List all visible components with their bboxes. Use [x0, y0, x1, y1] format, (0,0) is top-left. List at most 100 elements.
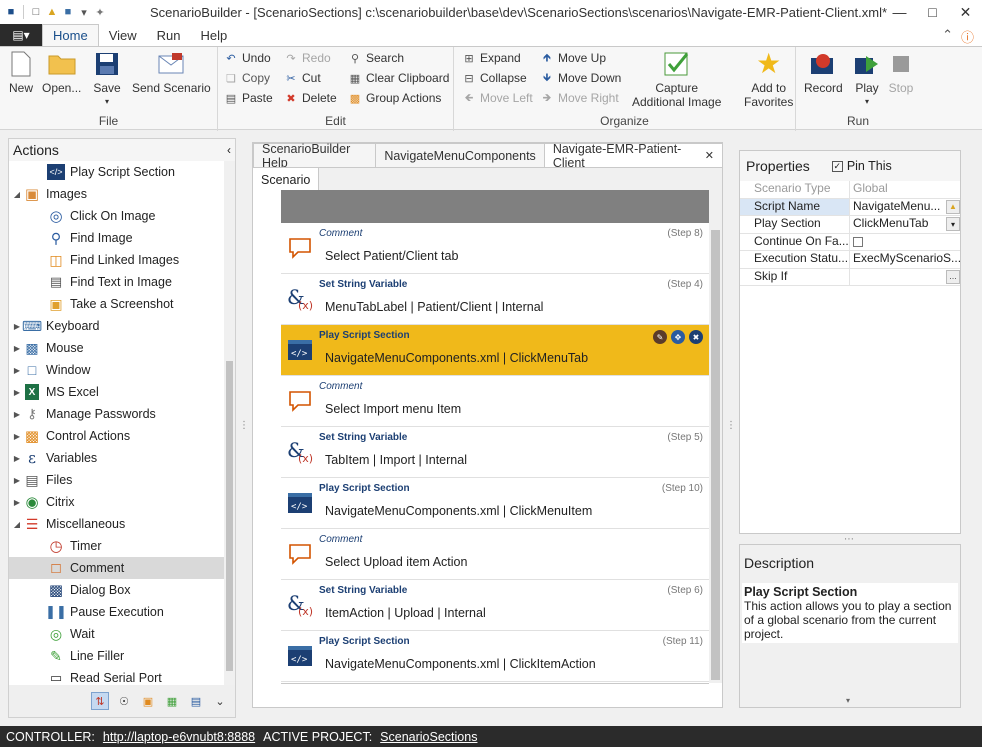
- expand-arrow-icon[interactable]: ▶: [11, 388, 23, 397]
- collapse-arrow-icon[interactable]: ◢: [11, 520, 23, 529]
- local-actions-icon[interactable]: ▣: [139, 692, 157, 710]
- expand-arrow-icon[interactable]: ▶: [11, 366, 23, 375]
- action-item[interactable]: ▶ ▩ Control Actions: [9, 425, 225, 447]
- action-item[interactable]: ▶ □ Window: [9, 359, 225, 381]
- ellipsis-icon[interactable]: …: [946, 269, 960, 284]
- group-actions-button[interactable]: ▩ Group Actions: [348, 91, 442, 105]
- cut-button[interactable]: ✂ Cut: [284, 71, 320, 85]
- chevron-down-icon[interactable]: ▾: [846, 696, 850, 705]
- save-icon[interactable]: ■: [61, 5, 75, 19]
- scenario-step[interactable]: & (x) Set String Variable (Step 6) ItemActio…: [281, 580, 709, 631]
- action-item[interactable]: ◷ Timer: [9, 535, 225, 557]
- action-item[interactable]: ▶ ▤ Files: [9, 469, 225, 491]
- property-value[interactable]: …: [850, 269, 960, 286]
- info-icon[interactable]: ⓘ: [961, 27, 974, 46]
- scenario-step[interactable]: Comment (Step 8) Select Patient/Client tab: [281, 223, 709, 274]
- send-scenario-button[interactable]: Send Scenario: [132, 49, 211, 95]
- expand-arrow-icon[interactable]: ▶: [11, 476, 23, 485]
- search-button[interactable]: ⚲ Search: [348, 51, 404, 65]
- scenario-step[interactable]: Comment Select Import menu Item: [281, 376, 709, 427]
- action-item[interactable]: ▣ Take a Screenshot: [9, 293, 225, 315]
- action-item[interactable]: </> Play Script Section: [9, 161, 225, 183]
- action-item[interactable]: ▩ Dialog Box: [9, 579, 225, 601]
- action-item[interactable]: ▶ ⌨ Keyboard: [9, 315, 225, 337]
- tab-help[interactable]: Help: [191, 24, 238, 46]
- action-item[interactable]: ◎ Click On Image: [9, 205, 225, 227]
- editor-scrollbar[interactable]: [709, 190, 722, 683]
- app-icon[interactable]: ■: [4, 5, 18, 19]
- undo-button[interactable]: ↶ Undo: [224, 51, 270, 65]
- open-icon[interactable]: ▲: [45, 5, 59, 19]
- tab-scenario[interactable]: Scenario: [253, 168, 320, 191]
- chevron-down-icon[interactable]: ▾: [946, 217, 960, 231]
- expand-arrow-icon[interactable]: ▶: [11, 410, 23, 419]
- action-item[interactable]: ▶ X MS Excel: [9, 381, 225, 403]
- move-up-button[interactable]: 🡹 Move Up: [540, 51, 606, 65]
- action-item[interactable]: ✎ Line Filler: [9, 645, 225, 667]
- step-group-header[interactable]: [281, 190, 709, 223]
- expand-arrow-icon[interactable]: ▶: [11, 498, 23, 507]
- property-row[interactable]: Execution Statu... ExecMyScenarioS...: [740, 251, 960, 269]
- edit-step-icon[interactable]: ✎: [653, 330, 667, 344]
- scenario-step[interactable]: Comment Select Upload item Action: [281, 529, 709, 580]
- clipboard-icon[interactable]: ▤: [187, 692, 205, 710]
- tab-run[interactable]: Run: [147, 24, 191, 46]
- action-item[interactable]: ◢ ☰ Miscellaneous: [9, 513, 225, 535]
- action-item[interactable]: ▶ ▩ Mouse: [9, 337, 225, 359]
- action-item[interactable]: ▭ Read Serial Port: [9, 667, 225, 685]
- property-value[interactable]: [850, 234, 960, 251]
- redo-button[interactable]: ↷ Redo: [284, 51, 330, 65]
- tab-home[interactable]: Home: [42, 24, 99, 46]
- expand-arrow-icon[interactable]: ▶: [11, 454, 23, 463]
- maximize-button[interactable]: □: [916, 0, 949, 24]
- chevron-down-icon[interactable]: ⌄: [211, 692, 229, 710]
- record-button[interactable]: Record: [804, 49, 843, 95]
- splitter-right[interactable]: ⋮: [726, 420, 736, 431]
- action-item[interactable]: ▶ ε Variables: [9, 447, 225, 469]
- action-item[interactable]: ◫ Find Linked Images: [9, 249, 225, 271]
- property-value[interactable]: ExecMyScenarioS...: [850, 251, 960, 268]
- project-link[interactable]: ScenarioSections: [380, 730, 477, 744]
- add-favorites-button[interactable]: ★ Add to Favorites: [744, 49, 793, 110]
- play-button[interactable]: Play ▾: [852, 49, 882, 109]
- splitter-left[interactable]: ⋮: [239, 420, 249, 431]
- expand-arrow-icon[interactable]: ▶: [11, 344, 23, 353]
- expand-arrow-icon[interactable]: ▶: [11, 432, 23, 441]
- property-value[interactable]: ClickMenuTab ▾: [850, 216, 960, 233]
- tab-navigate-menu-components[interactable]: NavigateMenuComponents: [375, 143, 545, 167]
- scenario-step[interactable]: & (x) Set String Variable (Step 4) MenuTabLa…: [281, 274, 709, 325]
- property-row[interactable]: Play Section ClickMenuTab ▾: [740, 216, 960, 234]
- move-step-icon[interactable]: ✥: [671, 330, 685, 344]
- scenario-step[interactable]: </> Play Script Section (Step 11) NavigateM…: [281, 631, 709, 682]
- close-tab-icon[interactable]: ✕: [705, 149, 714, 162]
- action-item[interactable]: ▶ ◉ Citrix: [9, 491, 225, 513]
- pin-this-checkbox[interactable]: ✓ Pin This: [831, 159, 892, 173]
- actions-scrollbar[interactable]: [224, 161, 235, 685]
- paste-button[interactable]: ▤ Paste: [224, 91, 273, 105]
- tab-view[interactable]: View: [99, 24, 147, 46]
- property-value[interactable]: NavigateMenu... ▲: [850, 199, 960, 216]
- action-item[interactable]: ◎ Wait: [9, 623, 225, 645]
- property-row[interactable]: Script Name NavigateMenu... ▲: [740, 198, 960, 216]
- action-item[interactable]: ❚❚ Pause Execution: [9, 601, 225, 623]
- checkbox[interactable]: [853, 236, 863, 247]
- globe-icon[interactable]: ☉: [115, 692, 133, 710]
- delete-button[interactable]: ✖ Delete: [284, 91, 336, 105]
- move-down-button[interactable]: 🡻 Move Down: [540, 71, 621, 85]
- scenario-step[interactable]: </> Play Script Section (Step 10) NavigateM…: [281, 478, 709, 529]
- tab-navigate-emr[interactable]: Navigate-EMR-Patient-Client ✕: [543, 142, 723, 170]
- move-left-button[interactable]: 🡸 Move Left: [462, 91, 533, 105]
- collapse-arrow-icon[interactable]: ◢: [11, 190, 23, 199]
- chevron-left-icon[interactable]: ‹: [227, 143, 231, 157]
- action-item[interactable]: ◢ ▣ Images: [9, 183, 225, 205]
- export-icon[interactable]: ▦: [163, 692, 181, 710]
- scenario-step[interactable]: & (x) Set String Variable (Step 5) TabItem |…: [281, 427, 709, 478]
- controller-link[interactable]: http://laptop-e6vnubt8:8888: [103, 730, 255, 744]
- action-item[interactable]: ⚲ Find Image: [9, 227, 225, 249]
- close-button[interactable]: ✕: [949, 0, 982, 24]
- tab-scenariobuilder-help[interactable]: ScenarioBuilder Help: [253, 142, 377, 170]
- sort-alpha-icon[interactable]: ⇅: [91, 692, 109, 710]
- folder-icon[interactable]: ▲: [946, 199, 960, 214]
- capture-image-button[interactable]: Capture Additional Image: [632, 49, 721, 109]
- app-menu-button[interactable]: ▤▾: [0, 24, 42, 46]
